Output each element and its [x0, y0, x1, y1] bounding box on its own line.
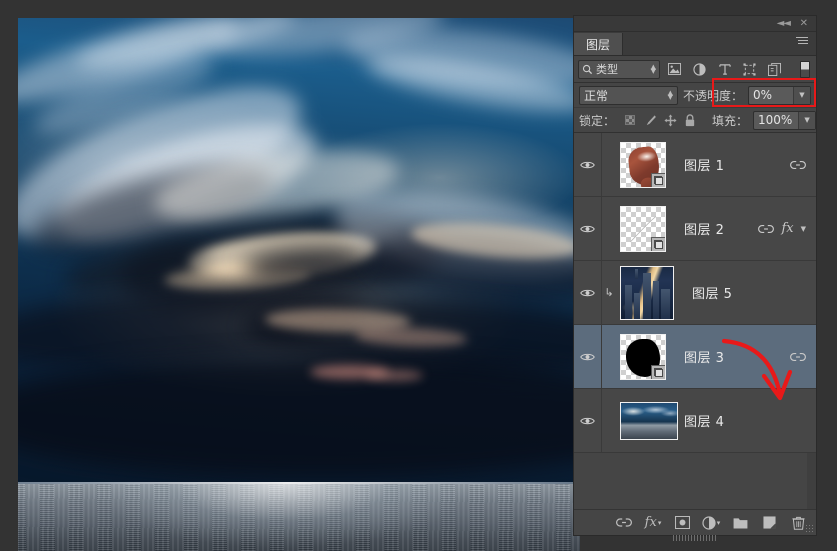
- link-layers-button[interactable]: [614, 513, 634, 533]
- layer-thumbnail[interactable]: [620, 401, 678, 440]
- layer-visibility-toggle[interactable]: [574, 389, 602, 452]
- layer-row-2[interactable]: 图层 2 fx ▼: [574, 197, 816, 261]
- layer-row-3[interactable]: 图层 3: [574, 325, 816, 389]
- smart-object-badge-icon: [651, 236, 665, 251]
- shape-filter-icon[interactable]: [739, 60, 760, 79]
- blend-mode-select[interactable]: 正常 ▲ ▼: [579, 85, 678, 105]
- tab-layers[interactable]: 图层: [574, 33, 624, 55]
- smart-object-badge-icon: [651, 364, 665, 379]
- opacity-label: 不透明度：: [682, 88, 743, 103]
- new-layer-button[interactable]: [759, 513, 779, 533]
- blend-mode-label: 正常: [584, 88, 609, 103]
- pixel-filter-icon[interactable]: [664, 60, 685, 79]
- lock-fill-row: 锁定： 填充： 100% ▼: [574, 108, 817, 133]
- layer-row-4[interactable]: 图层 4: [574, 389, 816, 453]
- blend-mode-stepper[interactable]: ▲ ▼: [668, 90, 673, 101]
- eye-icon: [580, 353, 595, 360]
- layer-thumbnail[interactable]: [620, 141, 666, 188]
- layers-panel: ◄◄ ✕ 图层 类型 ▲ ▼ 正常 ▲ ▼ 不透明度： 0% ▼ 锁定： 填充：…: [573, 15, 817, 541]
- layer-name-label[interactable]: 图层 2: [666, 219, 758, 238]
- layer-thumbnail[interactable]: [620, 205, 666, 252]
- lock-image-icon[interactable]: [643, 113, 657, 127]
- layer-visibility-toggle[interactable]: [574, 133, 602, 196]
- opacity-dropdown-icon[interactable]: ▼: [793, 86, 810, 104]
- layer-thumbnail-wrap[interactable]: [616, 141, 666, 188]
- document-canvas[interactable]: [18, 18, 580, 551]
- layer-row-1[interactable]: 图层 1: [574, 133, 816, 197]
- type-filter-icon[interactable]: [714, 60, 735, 79]
- panel-menu-icon[interactable]: [796, 37, 810, 49]
- filter-kind-stepper[interactable]: ▲ ▼: [651, 64, 656, 75]
- link-icon[interactable]: [790, 352, 806, 362]
- canvas-sky: [18, 18, 580, 488]
- layer-thumbnail-wrap[interactable]: [616, 205, 666, 252]
- close-panel-icon[interactable]: ✕: [800, 18, 808, 30]
- layer-row-indicators: fx ▼: [758, 221, 816, 236]
- layer-visibility-toggle[interactable]: [574, 325, 602, 388]
- layer-thumbnail-wrap[interactable]: [616, 401, 678, 440]
- lock-position-icon[interactable]: [663, 113, 677, 127]
- layer-visibility-toggle[interactable]: [574, 261, 602, 324]
- layer-style-button[interactable]: fx ▾: [643, 513, 663, 533]
- filter-kind-select[interactable]: 类型 ▲ ▼: [578, 59, 660, 79]
- canvas-ocean: [18, 483, 580, 551]
- opacity-field[interactable]: 0% ▼: [748, 85, 811, 105]
- lock-icon-group: [620, 113, 697, 127]
- effects-expand-chevron-icon[interactable]: ▼: [801, 225, 806, 233]
- link-icon[interactable]: [790, 160, 806, 170]
- clipping-mask-icon: ↳: [604, 286, 614, 299]
- fill-label: 填充：: [712, 113, 749, 128]
- layer-row-indicators: [790, 352, 816, 362]
- layer-thumbnail-wrap[interactable]: [616, 333, 666, 380]
- layer-thumbnail[interactable]: [620, 333, 666, 380]
- tab-layers-label: 图层: [586, 37, 611, 52]
- fill-dropdown-icon[interactable]: ▼: [798, 111, 816, 129]
- layer-list[interactable]: 图层 1 图层 2 fx ▼ ↳ 图层 5 图层 3 图层 4: [574, 133, 816, 509]
- lock-all-icon[interactable]: [683, 113, 697, 127]
- layer-row-indicators: [790, 160, 816, 170]
- filter-enable-toggle[interactable]: [800, 60, 810, 78]
- add-layer-mask-button[interactable]: [672, 513, 692, 533]
- link-icon[interactable]: [758, 224, 775, 234]
- layer-visibility-toggle[interactable]: [574, 197, 602, 260]
- blend-opacity-row: 正常 ▲ ▼ 不透明度： 0% ▼: [574, 83, 816, 108]
- smart-object-badge-icon: [651, 172, 665, 187]
- layer-thumbnail-wrap[interactable]: [616, 265, 674, 320]
- filter-kind-label: 类型: [596, 63, 618, 76]
- layer-name-label[interactable]: 图层 4: [678, 411, 806, 430]
- lock-transparency-icon[interactable]: [623, 113, 637, 127]
- eye-icon: [580, 289, 595, 296]
- fill-field[interactable]: 100% ▼: [753, 110, 817, 130]
- eye-icon: [580, 417, 595, 424]
- panel-tab-bar: 图层: [574, 32, 816, 56]
- layers-panel-toolbar: fx ▾ ▾: [574, 509, 816, 541]
- layer-effects-icon[interactable]: fx: [781, 221, 793, 236]
- fill-value[interactable]: 100%: [754, 113, 798, 127]
- layer-row-5[interactable]: ↳ 图层 5: [574, 261, 816, 325]
- collapse-panel-icon[interactable]: ◄◄: [777, 18, 791, 30]
- panel-resize-grip[interactable]: [805, 524, 814, 533]
- panel-title-bar: ◄◄ ✕: [574, 16, 816, 32]
- new-fill-adjustment-button[interactable]: ▾: [701, 513, 721, 533]
- new-group-button[interactable]: [730, 513, 750, 533]
- opacity-value[interactable]: 0%: [749, 88, 793, 102]
- layer-name-label[interactable]: 图层 3: [666, 347, 790, 366]
- search-icon: [582, 64, 593, 74]
- eye-icon: [580, 225, 595, 232]
- adjustment-filter-icon[interactable]: [689, 60, 710, 79]
- app-root: ◄◄ ✕ 图层 类型 ▲ ▼ 正常 ▲ ▼ 不透明度： 0% ▼ 锁定： 填充：…: [0, 0, 837, 551]
- panel-drag-grip[interactable]: [673, 535, 717, 541]
- layer-name-label[interactable]: 图层 1: [666, 155, 790, 174]
- layer-thumbnail[interactable]: [620, 265, 674, 320]
- smart-object-filter-icon[interactable]: [764, 60, 785, 79]
- lock-label: 锁定：: [579, 113, 616, 128]
- layer-filter-row: 类型 ▲ ▼: [574, 56, 816, 83]
- layer-name-label[interactable]: 图层 5: [674, 283, 806, 302]
- eye-icon: [580, 161, 595, 168]
